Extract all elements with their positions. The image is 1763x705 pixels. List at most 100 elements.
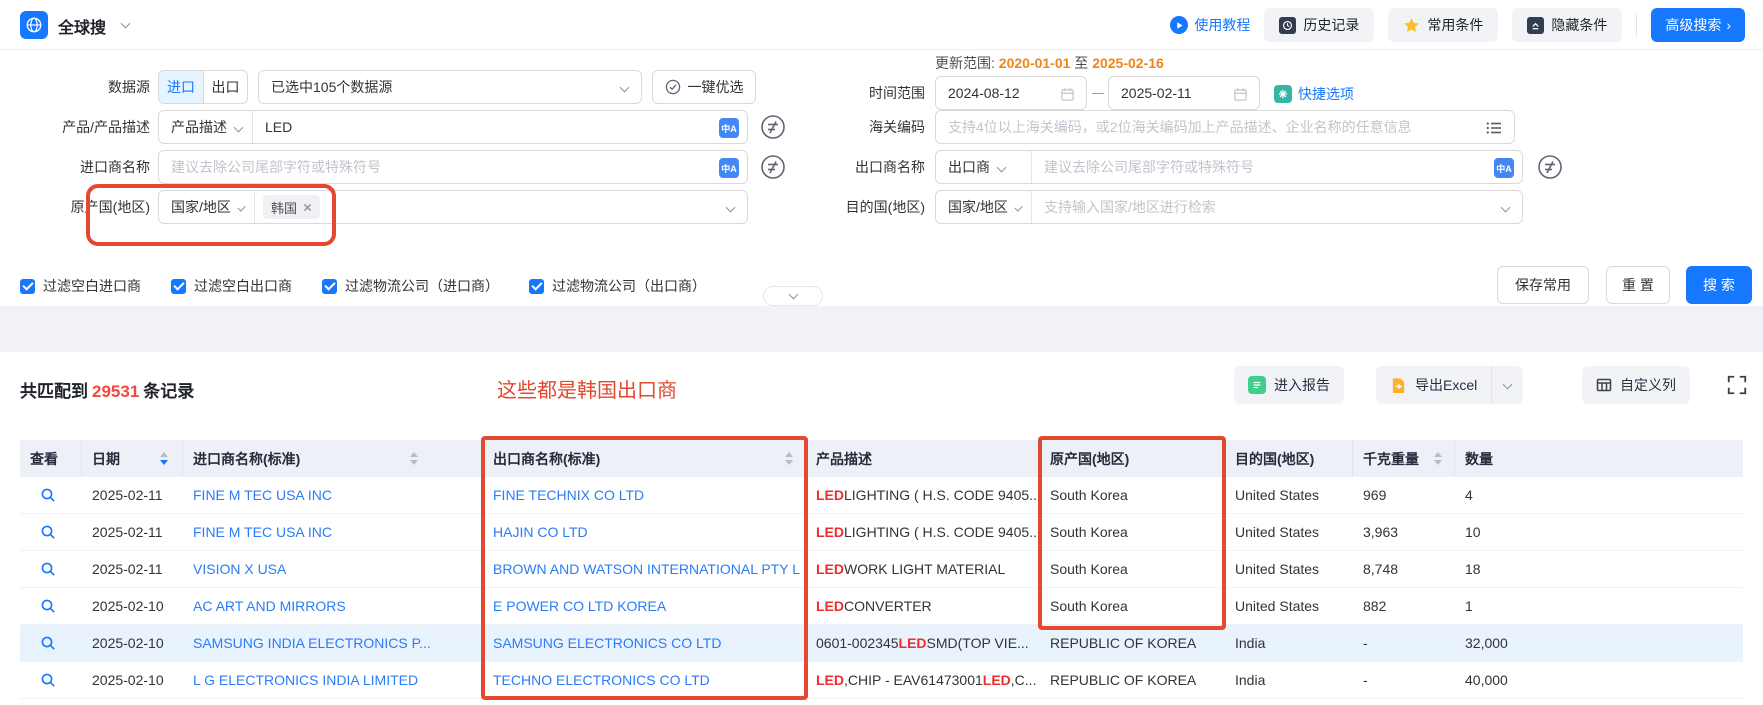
exporter-link[interactable]: SAMSUNG ELECTRONICS CO LTD [493,635,721,651]
hs-list-icon[interactable] [1486,120,1502,136]
origin-type-select[interactable]: 国家/地区 [159,191,255,223]
synonym-expand-icon[interactable] [760,154,786,180]
export-excel-button[interactable]: 导出Excel [1376,366,1491,404]
magnifier-icon[interactable] [40,672,56,688]
optimize-label: 一键优选 [688,77,744,97]
view-cell[interactable] [20,514,82,550]
sort-icons[interactable] [410,452,418,465]
magnifier-icon[interactable] [40,524,56,540]
view-cell[interactable] [20,551,82,587]
exporter-field: 出口商 建议去除公司尾部字符或特殊符号 中A [935,150,1523,184]
magnifier-icon[interactable] [40,635,56,651]
export-options-dropdown[interactable] [1491,366,1523,404]
importer-link[interactable]: VISION X USA [193,561,286,577]
importer-placeholder: 建议去除公司尾部字符或特殊符号 [159,157,381,177]
data-source-select[interactable]: 已选中105个数据源 [258,70,642,104]
header-date[interactable]: 日期 [82,440,183,477]
exporter-type-select[interactable]: 出口商 [936,151,1032,183]
origin-cell: REPUBLIC OF KOREA [1040,625,1225,661]
synonym-expand-icon[interactable] [1537,154,1563,180]
tab-import[interactable]: 进口 [159,71,203,103]
exporter-link[interactable]: BROWN AND WATSON INTERNATIONAL PTY L [493,561,800,577]
magnifier-icon[interactable] [40,561,56,577]
exporter-link[interactable]: TECHNO ELECTRONICS CO LTD [493,672,710,688]
importer-link[interactable]: SAMSUNG INDIA ELECTRONICS P... [193,635,431,651]
top-bar: 全球搜 使用教程 历史记录 常用条件 [0,0,1763,50]
save-favorite-button[interactable]: 保存常用 [1497,266,1589,304]
optimize-button[interactable]: 一键优选 [652,70,756,104]
exporter-link[interactable]: E POWER CO LTD KOREA [493,598,666,614]
importer-link[interactable]: L G ELECTRONICS INDIA LIMITED [193,672,418,688]
tag-close-icon[interactable] [303,203,312,212]
header-origin: 原产国(地区) [1040,440,1225,477]
header-importer[interactable]: 进口商名称(标准) [183,440,483,477]
filter-logistics-importer[interactable]: 过滤物流公司（进口商） [322,276,499,296]
quick-options-icon [1274,85,1292,103]
destination-type-select[interactable]: 国家/地区 [936,191,1032,223]
synonym-expand-icon[interactable] [760,114,786,140]
view-cell[interactable] [20,588,82,624]
app-menu-chevron-icon[interactable] [121,19,131,29]
exporter-placeholder: 建议去除公司尾部字符或特殊符号 [1032,157,1254,177]
header-product: 产品描述 [806,440,1040,477]
view-cell[interactable] [20,662,82,698]
destination-cell: United States [1225,477,1353,513]
product-type-select[interactable]: 产品描述 [159,111,253,143]
header-exporter[interactable]: 出口商名称(标准) [483,440,806,477]
header-weight[interactable]: 千克重量 [1353,440,1455,477]
filter-logistics-exporter[interactable]: 过滤物流公司（出口商） [529,276,706,296]
fullscreen-icon[interactable] [1726,374,1748,396]
custom-columns-button[interactable]: 自定义列 [1582,366,1690,404]
tab-export[interactable]: 出口 [203,71,247,103]
exporter-link[interactable]: HAJIN CO LTD [493,524,588,540]
hs-code-input[interactable]: 支持4位以上海关编码，或2位海关编码加上产品描述、企业名称的任意信息 [935,110,1515,144]
exporter-link[interactable]: FINE TECHNIX CO LTD [493,487,644,503]
product-input[interactable]: LED [253,119,292,135]
weight-cell: 969 [1353,477,1455,513]
filter-label: 过滤空白进口商 [43,276,141,296]
filter-blank-importer[interactable]: 过滤空白进口商 [20,276,141,296]
table-grid-icon [1596,377,1612,393]
sort-icons[interactable] [160,452,168,465]
weight-cell: 882 [1353,588,1455,624]
enter-report-button[interactable]: 进入报告 [1234,366,1344,404]
filter-label: 过滤物流公司（出口商） [552,276,706,296]
end-date-input[interactable]: 2025-02-11 [1108,76,1260,110]
qty-cell: 32,000 [1455,625,1743,661]
reset-button[interactable]: 重 置 [1606,266,1670,304]
count-prefix: 共匹配到 [20,382,88,401]
tutorial-label: 使用教程 [1194,15,1250,35]
product-cell: LED LIGHTING ( H.S. CODE 9405... [806,477,1040,513]
qty-cell: 4 [1455,477,1743,513]
history-icon [1279,17,1296,34]
view-cell[interactable] [20,625,82,661]
start-date-input[interactable]: 2024-08-12 [935,76,1087,110]
quick-options-link[interactable]: 快捷选项 [1274,84,1354,104]
magnifier-icon[interactable] [40,487,56,503]
chevron-down-icon [1014,203,1023,212]
sort-icons[interactable] [785,452,793,465]
results-table: 查看 日期 进口商名称(标准) 出口商名称(标准) 产品描述 原产国(地区) 目… [20,440,1743,699]
translate-icon[interactable]: 中A [1494,158,1514,178]
sort-icons[interactable] [1434,452,1442,465]
hide-conditions-button[interactable]: 隐藏条件 [1512,8,1622,42]
importer-link[interactable]: FINE M TEC USA INC [193,487,332,503]
magnifier-icon[interactable] [40,598,56,614]
filter-blank-exporter[interactable]: 过滤空白出口商 [171,276,292,296]
collapse-form-toggle[interactable] [763,286,823,306]
importer-input[interactable]: 建议去除公司尾部字符或特殊符号 中A [158,150,748,184]
checkbox-checked-icon [322,279,337,294]
chevron-down-icon [237,203,246,212]
advanced-search-button[interactable]: 高级搜索 › [1651,8,1745,42]
translate-icon[interactable]: 中A [719,158,739,178]
view-cell[interactable] [20,477,82,513]
importer-label: 进口商名称 [18,150,150,184]
importer-link[interactable]: FINE M TEC USA INC [193,524,332,540]
translate-icon[interactable]: 中A [719,118,739,138]
search-button[interactable]: 搜 索 [1686,266,1752,304]
importer-link[interactable]: AC ART AND MIRRORS [193,598,346,614]
tutorial-link[interactable]: 使用教程 [1170,15,1250,35]
favorites-button[interactable]: 常用条件 [1388,8,1498,42]
history-button[interactable]: 历史记录 [1264,8,1374,42]
destination-field[interactable]: 国家/地区 支持输入国家/地区进行检索 [935,190,1523,224]
